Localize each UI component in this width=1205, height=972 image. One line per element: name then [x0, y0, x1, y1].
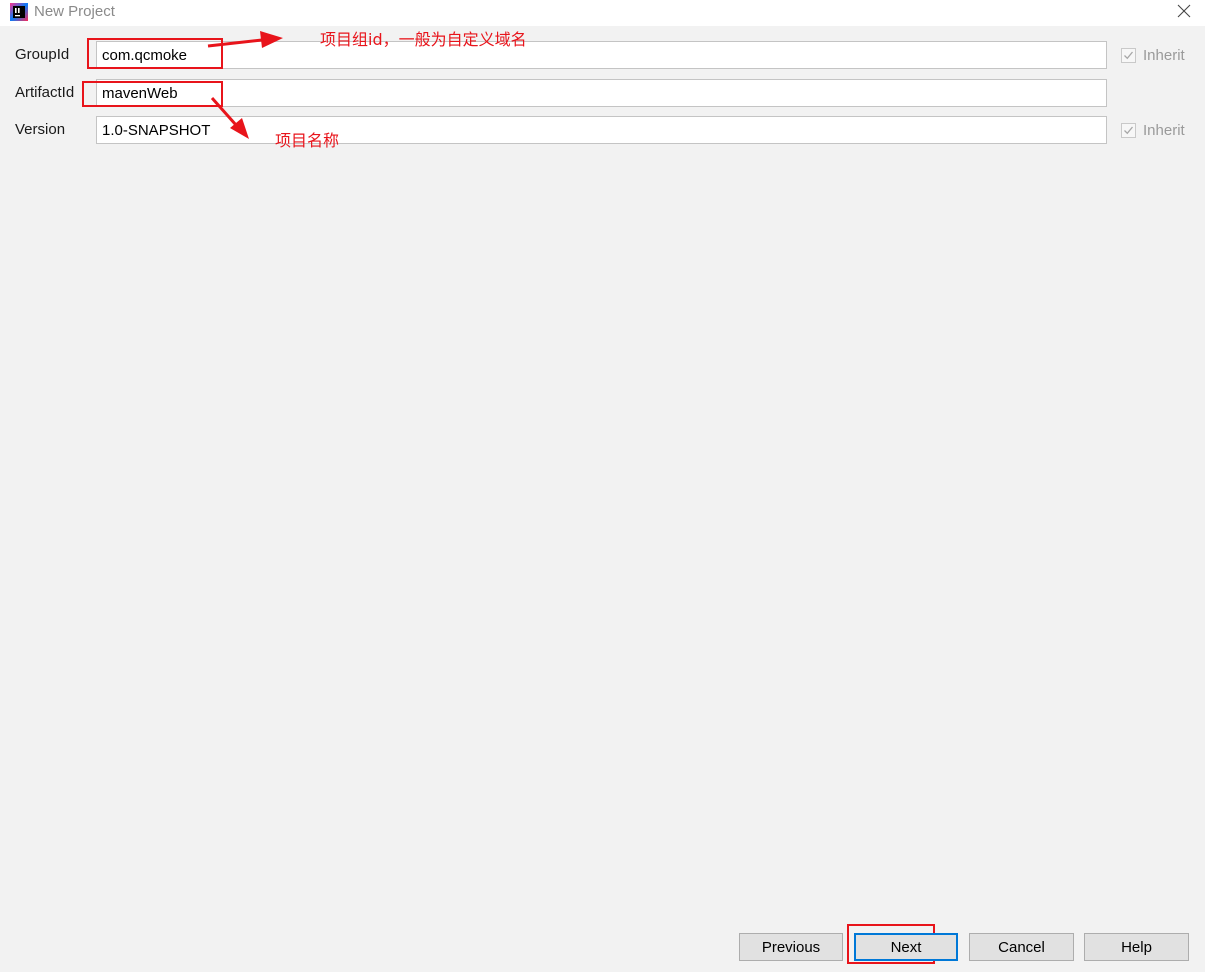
groupid-input[interactable]	[96, 41, 1107, 69]
groupid-inherit-checkbox[interactable]	[1121, 47, 1136, 63]
artifactid-label: ArtifactId	[15, 84, 75, 101]
window-title: New Project	[34, 3, 115, 20]
groupid-highlight-box	[87, 38, 223, 69]
annotation-arrows	[207, 31, 283, 139]
groupid-annotation: 项目组id，一般为自定义域名	[320, 30, 527, 49]
artifactid-annotation: 项目名称	[275, 131, 340, 150]
version-inherit-checkbox[interactable]	[1121, 122, 1136, 138]
new-project-dialog: New Project GroupId Inherit ArtifactId V…	[0, 0, 1205, 972]
title-bar: New Project	[0, 0, 1205, 26]
previous-button[interactable]: Previous	[739, 933, 843, 961]
version-inherit-label: Inherit	[1143, 121, 1185, 139]
version-inherit[interactable]: Inherit	[1121, 120, 1185, 140]
groupid-inherit[interactable]: Inherit	[1121, 45, 1185, 65]
intellij-idea-icon	[10, 3, 28, 21]
artifactid-highlight-box	[82, 81, 223, 107]
help-button[interactable]: Help	[1084, 933, 1189, 961]
close-icon[interactable]	[1175, 2, 1193, 20]
groupid-label: GroupId	[15, 46, 70, 63]
artifactid-input[interactable]	[96, 79, 1107, 107]
next-button[interactable]: Next	[854, 933, 958, 961]
version-input[interactable]	[96, 116, 1107, 144]
groupid-inherit-label: Inherit	[1143, 46, 1185, 64]
cancel-button[interactable]: Cancel	[969, 933, 1074, 961]
version-label: Version	[15, 121, 66, 138]
